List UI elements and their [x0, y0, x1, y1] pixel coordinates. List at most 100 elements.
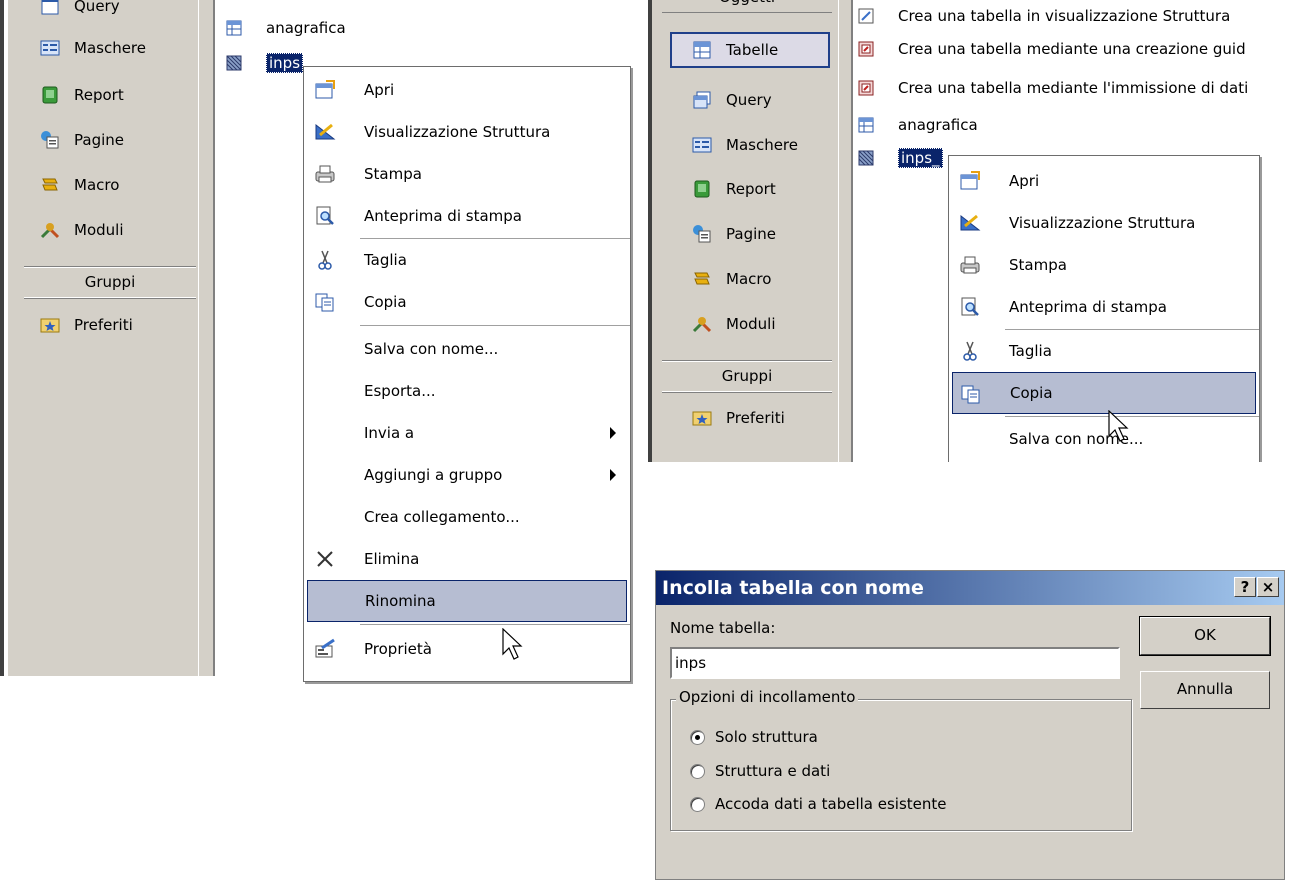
menu-item-copy[interactable]: Copia — [304, 281, 630, 323]
menu-item-print-preview-label: Anteprima di stampa — [1009, 298, 1167, 316]
left-object-forms[interactable]: Maschere — [40, 30, 190, 66]
menu-item-save-as[interactable]: Salva con nome... — [304, 328, 630, 370]
right-groups-header[interactable]: Gruppi — [662, 360, 832, 392]
option-structure-only[interactable]: Solo struttura — [690, 725, 818, 749]
scissors-icon — [963, 341, 977, 361]
radio-unselected-icon — [690, 796, 705, 812]
right-list-item-label: Crea una tabella mediante l'immissione d… — [898, 79, 1249, 97]
menu-item-cut-label: Taglia — [364, 251, 407, 269]
left-object-modules-label: Moduli — [74, 221, 124, 239]
module-icon — [40, 223, 60, 239]
table-name-input[interactable]: inps — [670, 647, 1120, 679]
wizard-icon — [858, 41, 874, 57]
table-icon — [226, 20, 242, 36]
radio-selected-icon — [690, 729, 705, 745]
left-object-query[interactable]: Query — [40, 0, 190, 24]
right-favorites[interactable]: Preferiti — [692, 400, 832, 436]
left-object-forms-label: Maschere — [74, 39, 146, 57]
right-list-item-inps[interactable]: inps_ — [858, 146, 943, 170]
menu-item-open[interactable]: Apri — [949, 160, 1259, 202]
right-object-query-label: Query — [726, 91, 772, 109]
menu-item-print[interactable]: Stampa — [304, 153, 630, 195]
report-icon — [42, 86, 58, 104]
menu-item-print-preview[interactable]: Anteprima di stampa — [949, 286, 1259, 328]
macro-icon — [42, 178, 58, 191]
left-list-item-inps[interactable]: inps — [226, 51, 304, 75]
right-object-forms-label: Maschere — [726, 136, 798, 154]
menu-item-send-to[interactable]: Invia a — [304, 412, 630, 454]
paste-options-legend: Opzioni di incollamento — [676, 688, 859, 706]
copy-icon — [961, 385, 980, 404]
left-favorites[interactable]: Preferiti — [40, 307, 190, 343]
menu-item-save-as[interactable]: Salva con nome... — [949, 418, 1259, 460]
menu-item-open[interactable]: Apri — [304, 69, 630, 111]
right-object-modules[interactable]: Moduli — [692, 306, 832, 342]
paste-table-as-dialog: Incolla tabella con nome ? × Nome tabell… — [655, 570, 1285, 880]
right-object-forms[interactable]: Maschere — [692, 127, 832, 163]
left-object-pages[interactable]: Pagine — [40, 122, 190, 158]
right-objects-header: Oggetti — [662, 0, 832, 13]
option-append-data[interactable]: Accoda dati a tabella esistente — [690, 792, 947, 816]
option-label: Accoda dati a tabella esistente — [715, 795, 947, 813]
right-context-menu: Apri Visualizzazione Struttura Stampa An… — [948, 155, 1260, 462]
left-list-item-label: anagrafica — [266, 19, 346, 37]
ok-button[interactable]: OK — [1139, 616, 1271, 656]
menu-item-create-shortcut[interactable]: Crea collegamento... — [304, 496, 630, 538]
printer-icon — [960, 256, 980, 274]
page-icon — [693, 225, 711, 243]
menu-item-add-to-group[interactable]: Aggiungi a gruppo — [304, 454, 630, 496]
wizard-icon — [858, 8, 874, 24]
right-list-item-design-wizard[interactable]: Crea una tabella in visualizzazione Stru… — [858, 4, 1230, 28]
menu-item-cut[interactable]: Taglia — [949, 330, 1259, 372]
dialog-title: Incolla tabella con nome — [662, 577, 924, 599]
menu-item-delete[interactable]: Elimina — [304, 538, 630, 580]
menu-item-design-view-label: Visualizzazione Struttura — [364, 123, 551, 141]
left-groups-header[interactable]: Gruppi — [24, 266, 196, 298]
menu-item-print-preview-label: Anteprima di stampa — [364, 207, 522, 225]
help-button[interactable]: ? — [1234, 577, 1256, 597]
right-object-pages[interactable]: Pagine — [692, 216, 832, 252]
menu-item-design-view[interactable]: Visualizzazione Struttura — [304, 111, 630, 153]
left-object-reports[interactable]: Report — [40, 77, 190, 113]
form-icon — [692, 137, 712, 153]
menu-item-copy[interactable]: Copia — [952, 372, 1256, 414]
close-button[interactable]: × — [1257, 577, 1279, 597]
right-list-item-label: Crea una tabella in visualizzazione Stru… — [898, 7, 1231, 25]
menu-item-cut[interactable]: Taglia — [304, 239, 630, 281]
right-object-tables-label: Tabelle — [726, 41, 779, 59]
menu-item-properties-label: Proprietà — [364, 640, 432, 658]
design-view-icon — [315, 123, 336, 140]
menu-item-export[interactable]: Esporta... — [304, 370, 630, 412]
linked-table-icon — [858, 150, 874, 166]
right-list-item-data-entry[interactable]: Crea una tabella mediante l'immissione d… — [858, 76, 1248, 100]
right-list-item-guided-wizard[interactable]: Crea una tabella mediante una creazione … — [858, 37, 1246, 61]
delete-x-icon — [317, 551, 333, 567]
printer-icon — [315, 165, 335, 183]
dialog-title-bar[interactable]: Incolla tabella con nome — [656, 571, 1284, 605]
right-object-query[interactable]: Query — [692, 82, 832, 118]
left-object-modules[interactable]: Moduli — [40, 212, 190, 248]
menu-item-design-view[interactable]: Visualizzazione Struttura — [949, 202, 1259, 244]
right-list-item-anagrafica[interactable]: anagrafica — [858, 113, 978, 137]
option-label: Struttura e dati — [715, 762, 831, 780]
linked-table-icon — [226, 55, 242, 71]
print-preview-icon — [316, 206, 334, 225]
menu-item-rename[interactable]: Rinomina — [307, 580, 627, 622]
menu-item-properties[interactable]: Proprietà — [304, 628, 630, 670]
menu-item-print-preview[interactable]: Anteprima di stampa — [304, 195, 630, 237]
left-list-item-anagrafica[interactable]: anagrafica — [226, 16, 346, 40]
cancel-button[interactable]: Annulla — [1140, 671, 1270, 709]
left-favorites-label: Preferiti — [74, 316, 133, 334]
menu-item-print[interactable]: Stampa — [949, 244, 1259, 286]
right-object-modules-label: Moduli — [726, 315, 776, 333]
right-object-reports[interactable]: Report — [692, 171, 832, 207]
option-structure-and-data[interactable]: Struttura e dati — [690, 759, 830, 783]
right-object-tables[interactable]: Tabelle — [670, 32, 830, 68]
option-label: Solo struttura — [715, 728, 818, 746]
right-object-macros[interactable]: Macro — [692, 261, 832, 297]
left-object-macros[interactable]: Macro — [40, 167, 190, 203]
right-object-reports-label: Report — [726, 180, 776, 198]
menu-item-export-label: Esporta... — [364, 382, 436, 400]
menu-item-save-as-label: Salva con nome... — [364, 340, 499, 358]
left-object-pages-label: Pagine — [74, 131, 124, 149]
